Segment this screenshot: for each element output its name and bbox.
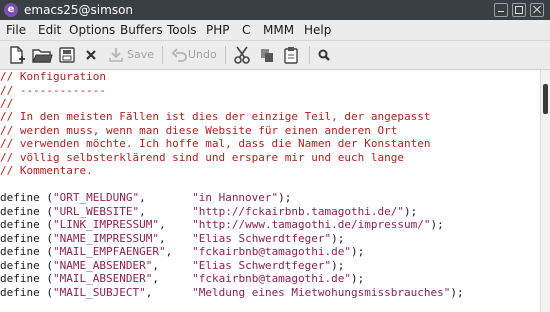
menu-bar: File Edit Options Buffers Tools PHP C MM… bbox=[0, 20, 550, 41]
constant-value: "http://www.tamagothi.de/impressum/" bbox=[192, 218, 431, 231]
code-comment-line: // bbox=[0, 97, 14, 110]
dired-button[interactable] bbox=[57, 44, 77, 66]
close-buffer-button[interactable] bbox=[82, 44, 100, 66]
code-define-line: define ("MAIL_EMPFAENGER", "fckairbnb@ta… bbox=[0, 245, 365, 258]
search-icon bbox=[318, 49, 330, 61]
tool-bar: Save Undo bbox=[0, 41, 550, 70]
cut-icon bbox=[234, 46, 250, 64]
menu-file[interactable]: File bbox=[6, 23, 26, 37]
close-window-button[interactable] bbox=[530, 3, 544, 17]
code-define-line: define ("URL_WEBSITE", "http://fckairbnb… bbox=[0, 205, 418, 218]
constant-name: "MAIL_EMPFAENGER" bbox=[53, 245, 166, 258]
code-comment-line: // völlig selbsterklärend sind und erspa… bbox=[0, 151, 404, 164]
editor-buffer[interactable]: // Konfiguration // ------------- // // … bbox=[0, 70, 540, 312]
copy-icon bbox=[261, 49, 273, 62]
undo-label: Undo bbox=[188, 48, 217, 61]
code-comment-line: // In den meisten Fällen ist dies der ei… bbox=[0, 110, 431, 123]
define-keyword: define bbox=[0, 191, 40, 204]
menu-c[interactable]: C bbox=[242, 23, 250, 37]
open-folder-icon bbox=[32, 49, 53, 63]
emacs-icon: e bbox=[4, 3, 18, 17]
dired-icon bbox=[59, 47, 75, 63]
constant-value: "fckairbnb@tamagothi.de" bbox=[192, 245, 352, 258]
code-define-line: define ("NAME_ABSENDER", "Elias Schwerdt… bbox=[0, 259, 345, 272]
maximize-button[interactable] bbox=[512, 3, 526, 17]
constant-name: "ORT_MELDUNG" bbox=[53, 191, 140, 204]
code-define-line: define ("MAIL_ABSENDER", "fckairbnb@tama… bbox=[0, 272, 365, 285]
toolbar-separator bbox=[309, 46, 310, 64]
scrollbar-thumb[interactable] bbox=[543, 84, 548, 114]
menu-php[interactable]: PHP bbox=[206, 23, 230, 37]
code-comment-line: // werden muss, wenn man diese Website f… bbox=[0, 124, 398, 137]
cut-button[interactable] bbox=[232, 44, 252, 66]
define-keyword: define bbox=[0, 218, 40, 231]
search-button[interactable] bbox=[316, 44, 334, 66]
paste-icon bbox=[284, 47, 298, 64]
paste-button[interactable] bbox=[282, 44, 300, 66]
close-icon bbox=[86, 50, 96, 60]
constant-value: "fckairbnb@tamagothi.de" bbox=[192, 272, 352, 285]
minimize-button[interactable] bbox=[494, 3, 508, 17]
menu-options[interactable]: Options bbox=[69, 23, 115, 37]
constant-value: "http://fckairbnb.tamagothi.de/" bbox=[192, 205, 404, 218]
define-keyword: define bbox=[0, 232, 40, 245]
menu-mmm[interactable]: MMM bbox=[263, 23, 294, 37]
constant-value: "in Hannover" bbox=[192, 191, 279, 204]
code-define-line: define ("MAIL_SUBJECT", "Meldung eines M… bbox=[0, 286, 464, 299]
code-comment-line: // Konfiguration bbox=[0, 70, 106, 83]
menu-edit[interactable]: Edit bbox=[38, 23, 61, 37]
menu-buffers[interactable]: Buffers bbox=[120, 23, 163, 37]
define-keyword: define bbox=[0, 286, 40, 299]
constant-value: "Elias Schwerdtfeger" bbox=[192, 259, 332, 272]
constant-value: "Meldung eines Mietwohungsmissbrauches" bbox=[192, 286, 451, 299]
constant-name: "LINK_IMPRESSUM" bbox=[53, 218, 159, 231]
code-comment-line: // ------------- bbox=[0, 84, 106, 97]
constant-name: "MAIL_SUBJECT" bbox=[53, 286, 146, 299]
toolbar-separator bbox=[225, 46, 226, 64]
save-label: Save bbox=[127, 48, 155, 61]
code-define-line: define ("LINK_IMPRESSUM", "http://www.ta… bbox=[0, 218, 444, 231]
define-keyword: define bbox=[0, 245, 40, 258]
new-file-icon bbox=[10, 46, 25, 64]
open-file-button[interactable] bbox=[31, 44, 53, 66]
menu-help[interactable]: Help bbox=[304, 23, 331, 37]
window-title: emacs25@simson bbox=[24, 3, 134, 17]
copy-button[interactable] bbox=[258, 44, 276, 66]
undo-button[interactable]: Undo bbox=[170, 44, 218, 66]
constant-value: "Elias Schwerdtfeger" bbox=[192, 232, 332, 245]
menu-tools[interactable]: Tools bbox=[167, 23, 197, 37]
constant-name: "NAME_IMPRESSUM" bbox=[53, 232, 159, 245]
code-comment-line: // Kommentare. bbox=[0, 164, 93, 177]
constant-name: "NAME_ABSENDER" bbox=[53, 259, 153, 272]
title-bar: e emacs25@simson bbox=[0, 0, 550, 20]
constant-name: "URL_WEBSITE" bbox=[53, 205, 140, 218]
code-define-line: define ("ORT_MELDUNG", "in Hannover"); bbox=[0, 191, 292, 204]
undo-icon bbox=[171, 48, 187, 62]
new-file-button[interactable] bbox=[7, 44, 27, 66]
define-keyword: define bbox=[0, 259, 40, 272]
code-comment-line: // verwenden möchte. Ich hoffe mal, dass… bbox=[0, 137, 431, 150]
save-button[interactable]: Save bbox=[107, 44, 155, 66]
constant-name: "MAIL_ABSENDER" bbox=[53, 272, 153, 285]
vertical-scrollbar[interactable] bbox=[540, 70, 550, 312]
save-icon bbox=[109, 48, 123, 62]
define-keyword: define bbox=[0, 205, 40, 218]
toolbar-separator bbox=[162, 46, 163, 64]
define-keyword: define bbox=[0, 272, 40, 285]
code-define-line: define ("NAME_IMPRESSUM", "Elias Schwerd… bbox=[0, 232, 345, 245]
